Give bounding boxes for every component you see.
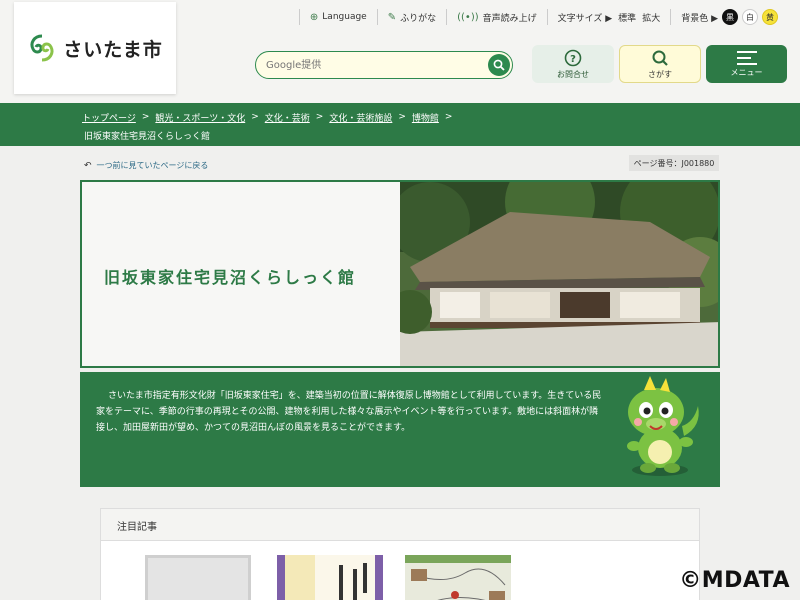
svg-text:?: ? <box>570 54 576 65</box>
city-logo-icon <box>30 34 54 62</box>
find-button[interactable]: さがす <box>619 45 701 83</box>
speaker-icon: ((•)) <box>457 11 479 23</box>
breadcrumb-tourism[interactable]: 観光・スポーツ・文化 <box>155 111 245 124</box>
bg-yellow-button[interactable]: 黄 <box>762 9 778 25</box>
bg-color-control: 背景色 ▶ 黒 白 黄 <box>670 9 788 25</box>
featured-thumbnail[interactable] <box>405 555 511 600</box>
search-input[interactable] <box>266 56 476 74</box>
font-standard-button[interactable]: 標準 <box>618 11 636 24</box>
font-size-control: 文字サイズ ▶ 標準 拡大 <box>546 9 671 25</box>
language-link[interactable]: ⊕ Language <box>298 9 377 25</box>
hamburger-icon <box>736 50 757 65</box>
breadcrumb-facilities[interactable]: 文化・芸術施設 <box>329 111 392 124</box>
magnifier-icon <box>652 50 668 66</box>
site-header: さいたま市 ⊕ Language ✎ ふりがな ((•)) 音声読み上げ 文字サ… <box>0 0 800 103</box>
featured-title: 注目記事 <box>101 509 699 541</box>
hero-title: 旧坂東家住宅見沼くらしっく館 <box>104 268 357 287</box>
description-panel: さいたま市指定有形文化財「旧坂東家住宅」を、建築当初の位置に解体復原し博物館とし… <box>80 372 720 487</box>
read-aloud-link[interactable]: ((•)) 音声読み上げ <box>446 9 547 25</box>
question-icon: ? <box>564 49 582 66</box>
utility-bar: ⊕ Language ✎ ふりがな ((•)) 音声読み上げ 文字サイズ ▶ 標… <box>298 8 788 26</box>
pencil-icon: ✎ <box>387 11 397 23</box>
breadcrumb-museum[interactable]: 博物館 <box>412 111 439 124</box>
back-arrow-icon: ↶ <box>84 160 92 171</box>
search-icon <box>493 59 505 71</box>
breadcrumb-top[interactable]: トップページ <box>82 111 136 124</box>
facility-description: さいたま市指定有形文化財「旧坂東家住宅」を、建築当初の位置に解体復原し博物館とし… <box>96 391 602 433</box>
menu-button[interactable]: メニュー <box>706 45 787 83</box>
featured-articles: 注目記事 <box>100 508 700 600</box>
contact-button[interactable]: ? お問合せ <box>532 45 614 83</box>
logo-text: さいたま市 <box>63 38 163 61</box>
page-number: ページ番号：J001880 <box>629 155 719 171</box>
breadcrumb-culture-arts[interactable]: 文化・芸術 <box>265 111 310 124</box>
back-link[interactable]: ↶ 一つ前に見ていたページに戻る <box>84 160 208 171</box>
breadcrumb: トップページ > 観光・スポーツ・文化 > 文化・芸術 > 文化・芸術施設 > … <box>0 103 800 146</box>
featured-thumbnail[interactable] <box>277 555 383 600</box>
bg-black-button[interactable]: 黒 <box>722 9 738 25</box>
globe-icon: ⊕ <box>309 11 319 23</box>
breadcrumb-current: 旧坂東家住宅見沼くらしっく館 <box>84 132 211 142</box>
museum-house-photo <box>400 182 718 366</box>
search-box <box>255 51 513 79</box>
search-button[interactable] <box>488 54 510 76</box>
bg-white-button[interactable]: 白 <box>742 9 758 25</box>
featured-thumbnail[interactable] <box>145 555 251 600</box>
hero-banner: 旧坂東家住宅見沼くらしっく館 <box>80 180 720 368</box>
mascot-dragon-icon <box>627 376 699 476</box>
watermark: ©MDATA <box>679 568 790 593</box>
furigana-link[interactable]: ✎ ふりがな <box>376 9 446 25</box>
site-logo[interactable]: さいたま市 <box>14 2 176 94</box>
font-large-button[interactable]: 拡大 <box>642 11 660 24</box>
